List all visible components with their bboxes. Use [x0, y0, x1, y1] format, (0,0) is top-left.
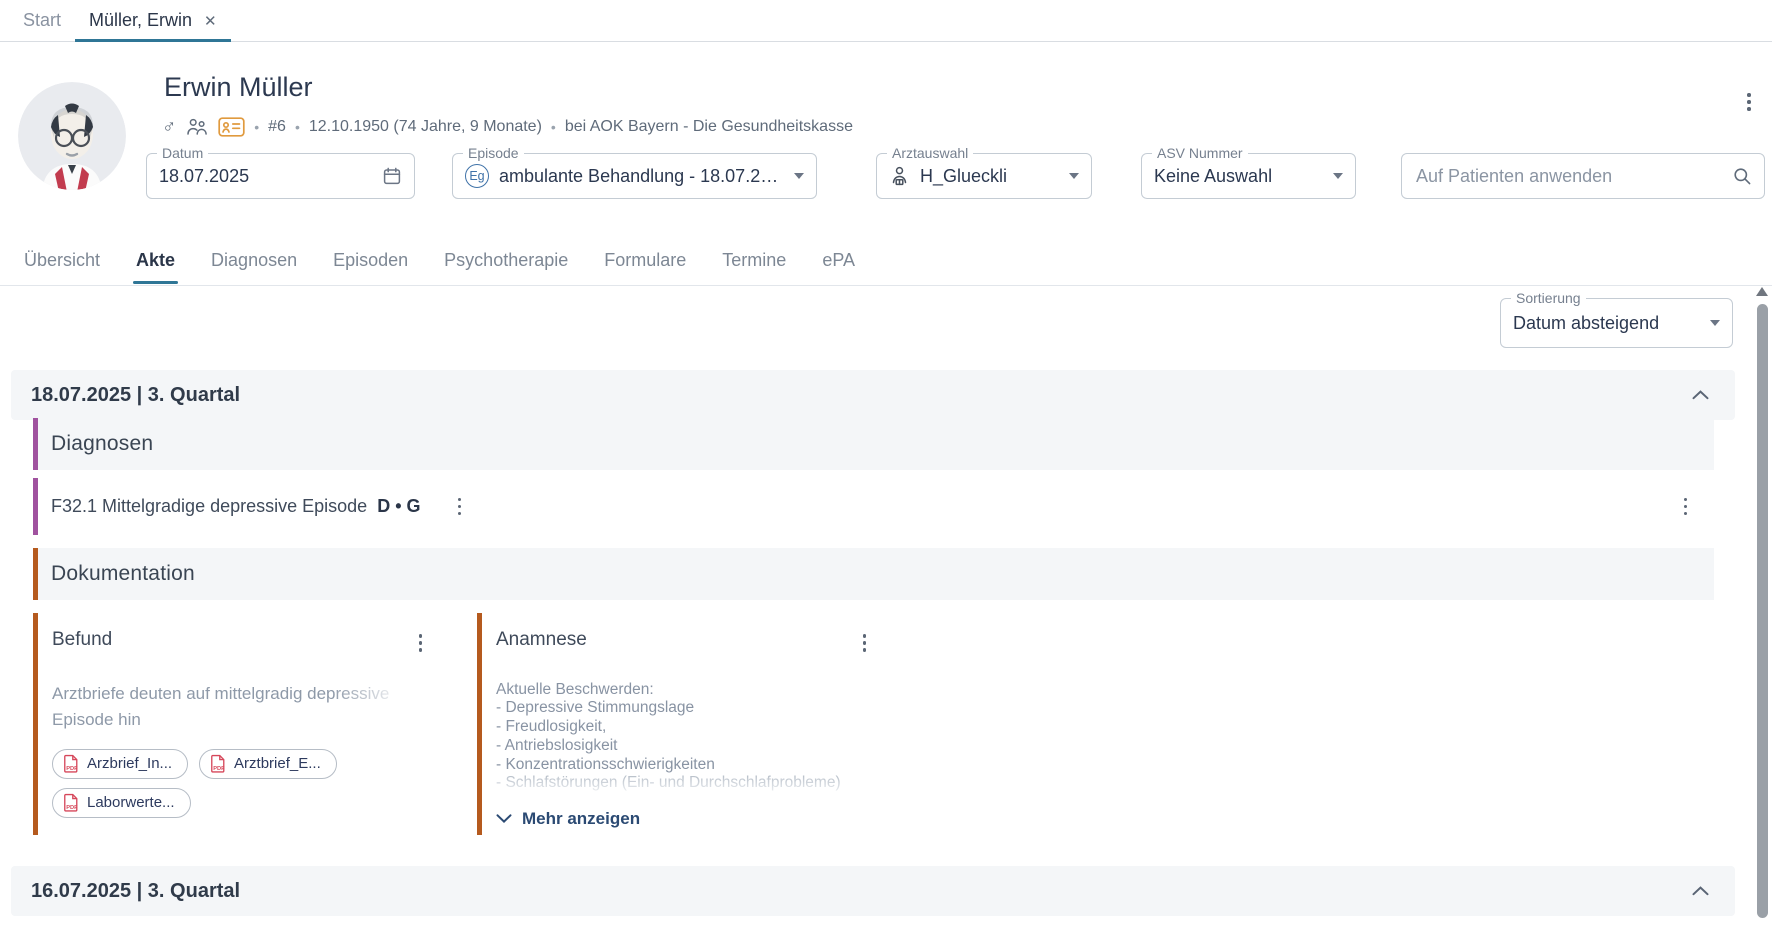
asv-number-value: Keine Auswahl [1154, 166, 1272, 187]
anamnese-title: Anamnese [496, 629, 587, 651]
tab-patient[interactable]: Müller, Erwin ✕ [75, 0, 231, 41]
tab-epa[interactable]: ePA [821, 246, 856, 284]
dokumentation-heading: Dokumentation [51, 562, 195, 586]
doctor-select-value: H_Glueckli [920, 166, 1007, 187]
day-section-title: 16.07.2025 | 3. Quartal [31, 880, 240, 903]
diagnosis-row-kebab-menu[interactable] [1679, 493, 1693, 521]
diagnosen-heading: Diagnosen [51, 432, 153, 456]
date-field-value: 18.07.2025 [159, 166, 249, 187]
avatar [18, 82, 126, 190]
sort-select-value: Datum absteigend [1513, 313, 1659, 334]
patient-number: #6 [268, 118, 286, 136]
meta-separator: • [295, 119, 300, 135]
diagnosis-row[interactable]: F32.1 Mittelgradige depressive Episode D… [33, 478, 1714, 535]
episode-select[interactable]: Episode Eg ambulante Behandlung - 18.07.… [452, 153, 817, 199]
insurance-card-icon [218, 117, 245, 137]
pdf-attachment-chip[interactable]: PDF Laborwerte... [52, 788, 191, 818]
tab-patient-label: Müller, Erwin [89, 10, 192, 31]
chevron-down-icon[interactable] [1710, 320, 1720, 326]
chevron-down-icon[interactable] [1333, 173, 1343, 179]
scrollbar-up-arrow[interactable] [1756, 287, 1768, 296]
apply-to-patient-input[interactable] [1414, 165, 1722, 188]
patient-insurer: bei AOK Bayern - Die Gesundheitskasse [565, 118, 853, 136]
patient-nav-tabs: Übersicht Akte Diagnosen Episoden Psycho… [0, 246, 1772, 286]
show-more-button[interactable]: Mehr anzeigen [496, 809, 640, 829]
header-kebab-menu[interactable] [1742, 88, 1756, 116]
chevron-up-icon[interactable] [1692, 886, 1709, 896]
patient-record-page: Start Müller, Erwin ✕ [0, 0, 1772, 926]
sort-select[interactable]: Sortierung Datum absteigend [1500, 298, 1733, 348]
day-section-title: 18.07.2025 | 3. Quartal [31, 384, 240, 407]
meta-separator: • [551, 119, 556, 135]
dokumentation-heading-band: Dokumentation [33, 548, 1714, 600]
date-field[interactable]: Datum 18.07.2025 [146, 153, 415, 199]
befund-text: Arztbriefe deuten auf mittelgradig depre… [52, 681, 426, 737]
pdf-attachment-chip[interactable]: PDF Arztbrief_E... [199, 749, 337, 779]
chevron-down-icon[interactable] [794, 173, 804, 179]
anamnese-kebab-menu[interactable] [858, 629, 872, 657]
episode-select-label: Episode [463, 145, 524, 162]
tab-start[interactable]: Start [9, 0, 75, 41]
pdf-icon: PDF [210, 754, 226, 773]
tab-uebersicht[interactable]: Übersicht [23, 246, 101, 284]
svg-text:PDF: PDF [213, 766, 225, 772]
date-field-label: Datum [157, 145, 208, 162]
tab-formulare[interactable]: Formulare [603, 246, 687, 284]
svg-text:PDF: PDF [66, 766, 78, 772]
patient-birthdate: 12.10.1950 (74 Jahre, 9 Monate) [309, 118, 542, 136]
befund-kebab-menu[interactable] [414, 629, 428, 657]
apply-to-patient-search[interactable] [1401, 153, 1765, 199]
doctor-icon [889, 165, 910, 187]
episode-select-value: ambulante Behandlung - 18.07.20... [499, 166, 784, 187]
scrollbar-thumb[interactable] [1757, 304, 1768, 918]
diagnosis-text: F32.1 Mittelgradige depressive Episode D… [51, 496, 421, 517]
befund-attachments: PDF Arzbrief_In... PDF Arztbrief_E... PD… [52, 749, 382, 818]
tab-episoden[interactable]: Episoden [332, 246, 409, 284]
chevron-up-icon[interactable] [1692, 390, 1709, 400]
diagnosis-kebab-menu[interactable] [453, 493, 467, 521]
family-icon [185, 117, 209, 138]
svg-text:PDF: PDF [66, 805, 78, 811]
pdf-icon: PDF [63, 754, 79, 773]
pdf-attachment-chip[interactable]: PDF Arzbrief_In... [52, 749, 188, 779]
sort-select-label: Sortierung [1511, 290, 1586, 307]
befund-title: Befund [52, 629, 112, 651]
calendar-icon[interactable] [382, 166, 402, 186]
asv-number-label: ASV Nummer [1152, 145, 1248, 162]
tab-termine[interactable]: Termine [721, 246, 787, 284]
patient-meta-row: ♂ • #6 • 12.10.1950 (74 Jahre, 9 Monate)… [162, 114, 853, 140]
day-section-16-07-2025: 16.07.2025 | 3. Quartal [11, 866, 1735, 916]
doctor-select-label: Arztauswahl [887, 145, 973, 162]
window-tab-bar: Start Müller, Erwin ✕ [0, 0, 1772, 42]
tab-psychotherapie[interactable]: Psychotherapie [443, 246, 569, 284]
day-section-18-07-2025: 18.07.2025 | 3. Quartal [11, 370, 1735, 420]
asv-number-select[interactable]: ASV Nummer Keine Auswahl [1141, 153, 1356, 199]
tab-diagnosen[interactable]: Diagnosen [210, 246, 298, 284]
chevron-down-icon[interactable] [1069, 173, 1079, 179]
befund-card: Befund Arztbriefe deuten auf mittelgradi… [33, 613, 443, 835]
search-icon[interactable] [1732, 166, 1752, 186]
patient-name: Erwin Müller [164, 72, 313, 103]
meta-separator: • [254, 119, 259, 135]
pdf-icon: PDF [63, 793, 79, 812]
tab-akte[interactable]: Akte [135, 246, 176, 284]
anamnese-text: Aktuelle Beschwerden: - Depressive Stimm… [496, 681, 876, 801]
diagnosis-codes: D • G [377, 496, 420, 516]
episode-eg-badge: Eg [465, 164, 489, 188]
text-fade-overlay [331, 681, 426, 707]
text-fade-overlay [496, 775, 876, 801]
chevron-down-icon [496, 814, 512, 823]
anamnese-card: Anamnese Aktuelle Beschwerden: - Depress… [477, 613, 887, 835]
diagnosen-heading-band: Diagnosen [33, 418, 1714, 470]
doctor-select[interactable]: Arztauswahl H_Glueckli [876, 153, 1092, 199]
male-gender-icon: ♂ [162, 118, 176, 137]
close-tab-icon[interactable]: ✕ [204, 12, 217, 30]
